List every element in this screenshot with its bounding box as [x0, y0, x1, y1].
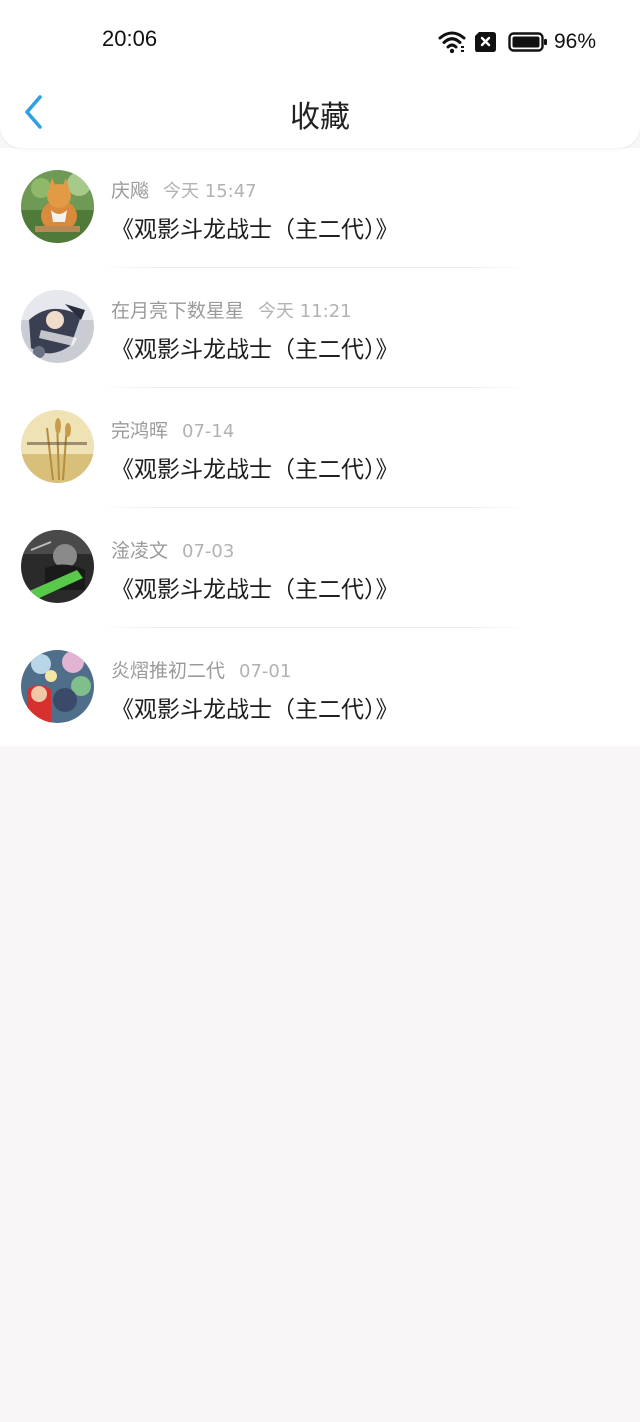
- status-time: 20:06: [102, 26, 158, 51]
- author-name: 完鸿晖: [111, 420, 169, 442]
- item-title: 《观影斗龙战士（主二代）》: [111, 697, 399, 723]
- battery-icon: [508, 32, 547, 52]
- item-meta: 淦凌文 07-03: [111, 536, 234, 562]
- avatar[interactable]: [21, 410, 94, 483]
- list-item[interactable]: 完鸿晖 07-14 《观影斗龙战士（主二代）》: [0, 388, 640, 508]
- item-title: 《观影斗龙战士（主二代）》: [111, 457, 399, 483]
- author-name: 在月亮下数星星: [111, 300, 245, 322]
- timestamp: 07-01: [239, 661, 292, 682]
- favorites-list: 庆飚 今天 15:47 《观影斗龙战士（主二代）》 在月亮下数星星 今天 11:21…: [0, 148, 640, 746]
- item-meta: 庆飚 今天 15:47: [111, 176, 257, 202]
- item-meta: 在月亮下数星星 今天 11:21: [111, 296, 352, 322]
- timestamp: 今天 11:21: [258, 301, 352, 322]
- timestamp: 07-03: [182, 541, 235, 562]
- avatar[interactable]: [21, 650, 94, 723]
- list-item[interactable]: 在月亮下数星星 今天 11:21 《观影斗龙战士（主二代）》: [0, 268, 640, 388]
- item-title: 《观影斗龙战士（主二代）》: [111, 577, 399, 603]
- nav-bar: 收藏: [0, 80, 640, 146]
- status-bar: 20:06 96%: [0, 22, 640, 62]
- author-name: 淦凌文: [111, 540, 169, 562]
- wifi-icon: [438, 31, 466, 54]
- list-item[interactable]: 炎熠推初二代 07-01 《观影斗龙战士（主二代）》: [0, 628, 640, 748]
- item-meta: 炎熠推初二代 07-01: [111, 656, 291, 682]
- item-meta: 完鸿晖 07-14: [111, 416, 234, 442]
- list-item[interactable]: 淦凌文 07-03 《观影斗龙战士（主二代）》: [0, 508, 640, 628]
- top-header: 20:06 96% 收藏: [0, 0, 640, 148]
- sim-x-icon: [474, 32, 496, 52]
- avatar[interactable]: [21, 290, 94, 363]
- status-icons: 96%: [438, 28, 596, 56]
- timestamp: 今天 15:47: [163, 181, 257, 202]
- page-title: 收藏: [290, 100, 350, 135]
- list-item[interactable]: 庆飚 今天 15:47 《观影斗龙战士（主二代）》: [0, 148, 640, 268]
- avatar[interactable]: [21, 530, 94, 603]
- item-title: 《观影斗龙战士（主二代）》: [111, 337, 399, 363]
- battery-percent: 96%: [553, 30, 596, 53]
- item-title: 《观影斗龙战士（主二代）》: [111, 217, 399, 243]
- author-name: 庆飚: [111, 180, 150, 202]
- avatar[interactable]: [21, 170, 94, 243]
- timestamp: 07-14: [182, 421, 235, 442]
- author-name: 炎熠推初二代: [111, 660, 226, 682]
